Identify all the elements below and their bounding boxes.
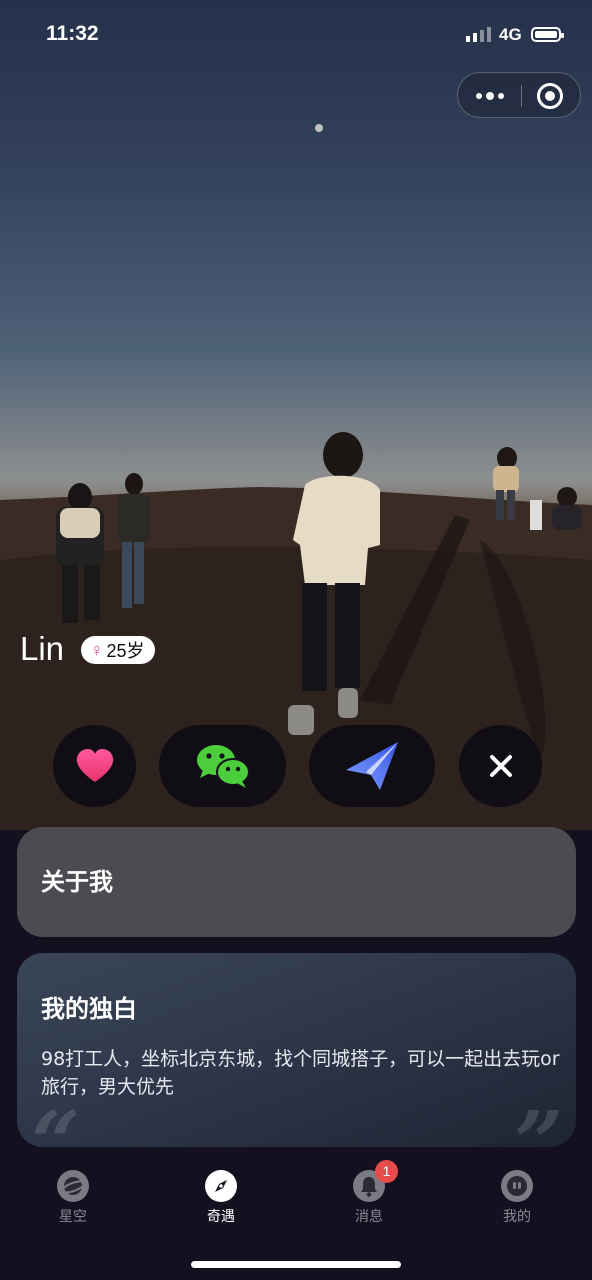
monologue-card: 我的独白 98打工人，坐标北京东城，找个同城搭子，可以一起出去玩or旅行，男大优… <box>17 953 576 1147</box>
network-type: 4G <box>499 25 522 44</box>
status-bar: 11:32 4G <box>0 0 592 70</box>
planet-icon <box>57 1170 89 1202</box>
tab-label-starry-sky: 星空 <box>59 1209 87 1225</box>
age-badge: ♀ 25岁 <box>81 636 155 664</box>
tab-label-messages: 消息 <box>355 1209 383 1225</box>
about-me-title: 关于我 <box>41 868 113 896</box>
close-icon <box>489 755 512 777</box>
age-text: 25岁 <box>106 641 145 661</box>
tab-mine[interactable]: 我的 <box>472 1170 562 1226</box>
close-quote-icon: ” <box>514 1093 564 1148</box>
message-badge: 1 <box>375 1160 398 1183</box>
paper-plane-icon <box>346 742 398 790</box>
profile-name: Lin <box>20 630 65 667</box>
capsule-divider <box>521 85 522 107</box>
tab-label-mine: 我的 <box>503 1209 531 1225</box>
monologue-title: 我的独白 <box>41 995 137 1023</box>
monologue-text: 98打工人，坐标北京东城，找个同城搭子，可以一起出去玩or旅行，男大优先 <box>41 1048 560 1098</box>
heart-icon <box>76 749 113 782</box>
female-icon: ♀ <box>90 639 104 660</box>
home-indicator[interactable] <box>191 1261 401 1268</box>
wechat-icon <box>196 745 250 788</box>
more-dots-icon[interactable] <box>458 73 522 119</box>
tab-label-encounter: 奇遇 <box>207 1209 235 1225</box>
profile-face-icon <box>501 1170 533 1202</box>
open-quote-icon: “ <box>31 1093 81 1148</box>
wechat-button[interactable] <box>159 725 286 807</box>
signal-icon <box>466 27 491 42</box>
profile-photo[interactable] <box>0 0 592 830</box>
tab-starry-sky[interactable]: 星空 <box>28 1170 118 1226</box>
photo-scene <box>0 124 592 830</box>
about-me-card[interactable]: 关于我 <box>17 827 576 937</box>
bell-icon: 1 <box>353 1160 398 1202</box>
status-time: 11:32 <box>46 22 99 45</box>
compass-icon <box>205 1170 237 1202</box>
like-button[interactable] <box>53 725 136 807</box>
miniprogram-capsule <box>457 72 581 118</box>
target-circle-icon[interactable] <box>537 83 563 109</box>
send-button[interactable] <box>309 725 435 807</box>
tab-encounter[interactable]: 奇遇 <box>176 1170 266 1226</box>
battery-icon <box>531 27 564 42</box>
dismiss-button[interactable] <box>459 725 542 807</box>
tab-messages[interactable]: 1 消息 <box>324 1160 414 1226</box>
